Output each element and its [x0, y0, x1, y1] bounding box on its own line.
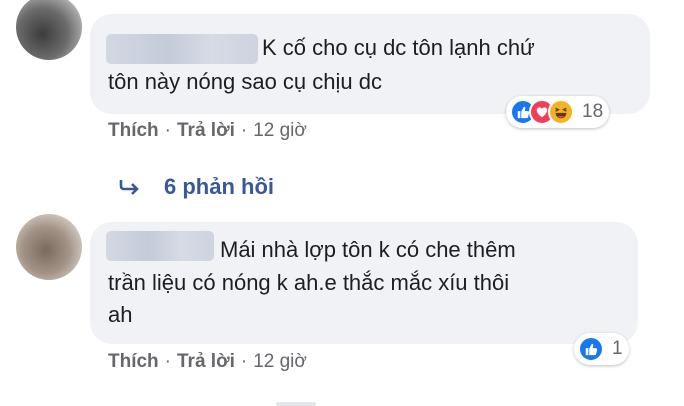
comment-timestamp[interactable]: 12 giờ	[253, 120, 307, 141]
comment-timestamp[interactable]: 12 giờ	[253, 351, 307, 372]
view-replies-link[interactable]: 6 phản hồi	[118, 174, 274, 200]
separator-dot: ·	[240, 120, 248, 141]
haha-icon	[548, 99, 574, 125]
separator-dot: ·	[164, 351, 171, 372]
separator-dot: ·	[164, 120, 171, 141]
reaction-count: 18	[582, 101, 604, 122]
commenter-name[interactable]	[106, 34, 258, 64]
reply-link[interactable]: Trả lời	[177, 120, 235, 141]
comment-actions: Thích · Trả lời · 12 giờ	[108, 351, 307, 373]
reply-arrow-icon	[118, 177, 142, 197]
comment-text: Mái nhà lợp tôn k có che thêm	[220, 237, 516, 262]
avatar[interactable]	[16, 0, 82, 60]
reaction-summary[interactable]: 18	[506, 96, 610, 128]
avatar[interactable]	[16, 214, 82, 280]
comment-text: trần liệu có nóng k ah.e thắc mắc xíu th…	[108, 270, 510, 295]
comment-actions: Thích · Trả lời · 12 giờ	[108, 120, 307, 142]
comment-text: tôn này nóng sao cụ chịu dc	[108, 69, 382, 94]
reaction-count: 1	[612, 338, 623, 359]
comment-text: K cố cho cụ dc tôn lạnh chứ	[262, 35, 535, 60]
reply-link[interactable]: Trả lời	[177, 351, 235, 372]
replies-count-label: 6 phản hồi	[164, 174, 274, 199]
commenter-name[interactable]	[106, 231, 214, 261]
next-comment-edge	[276, 402, 316, 406]
like-icon	[578, 336, 604, 362]
reaction-summary[interactable]: 1	[574, 333, 629, 365]
separator-dot: ·	[240, 351, 248, 372]
comment-text: ah	[108, 302, 133, 327]
like-link[interactable]: Thích	[108, 120, 159, 141]
like-link[interactable]: Thích	[108, 351, 159, 372]
